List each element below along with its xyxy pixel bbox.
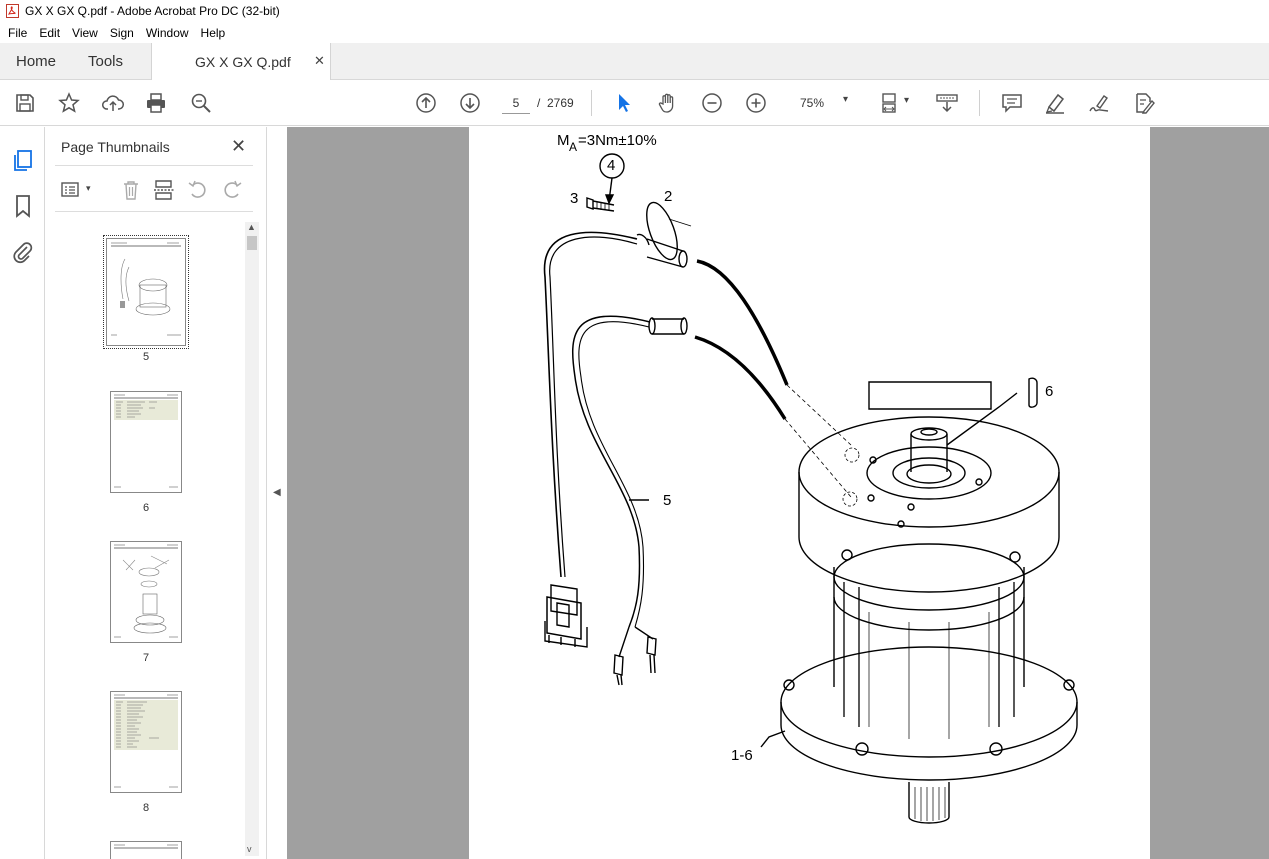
collapse-arrow-icon[interactable]: ◀ xyxy=(273,487,281,498)
toolbar-divider xyxy=(979,90,980,116)
zoom-search-icon[interactable] xyxy=(189,91,213,115)
zoom-in-icon[interactable] xyxy=(744,91,768,115)
tab-document-label: GX X GX Q.pdf xyxy=(195,54,291,70)
callout-1-6: 1-6 xyxy=(731,747,753,764)
menu-sign[interactable]: Sign xyxy=(104,26,140,40)
menu-view[interactable]: View xyxy=(66,26,104,40)
scroll-thumb[interactable] xyxy=(247,236,257,250)
thumbnail-scrollbar[interactable]: ▲ v xyxy=(245,222,259,856)
thumbnails-panel: Page Thumbnails ✕ ▾ ▲ v 5 6 7 8 xyxy=(45,127,267,859)
thumbnail-preview xyxy=(114,394,178,488)
menu-edit[interactable]: Edit xyxy=(33,26,66,40)
scroll-mode-icon[interactable] xyxy=(935,91,959,115)
acrobat-icon xyxy=(6,4,19,18)
thumbnail-page-number: 8 xyxy=(142,802,150,814)
torque-spec-m: M xyxy=(557,132,570,149)
zoom-value: 75% xyxy=(800,96,825,110)
divider xyxy=(55,165,253,166)
menu-help[interactable]: Help xyxy=(195,26,232,40)
exploded-parts-drawing xyxy=(543,153,1078,824)
callout-5: 5 xyxy=(663,492,672,509)
save-icon[interactable] xyxy=(13,91,37,115)
page-fit-dropdown-arrow[interactable]: ▾ xyxy=(904,95,909,106)
callout-3: 3 xyxy=(570,190,579,207)
tab-tools[interactable]: Tools xyxy=(88,53,123,70)
sign-icon[interactable] xyxy=(1087,91,1111,115)
page-total: 2769 xyxy=(547,96,574,110)
page-down-icon[interactable] xyxy=(458,91,482,115)
chevron-down-icon: ▾ xyxy=(843,94,849,105)
thumbnail-preview xyxy=(114,694,178,788)
insert-pages-icon[interactable] xyxy=(153,179,175,201)
delete-icon[interactable] xyxy=(120,179,142,201)
page-thumbnail[interactable] xyxy=(110,391,182,493)
edit-pdf-icon[interactable] xyxy=(1132,91,1156,115)
thumbnail-preview xyxy=(111,242,181,336)
highlight-icon[interactable] xyxy=(1043,91,1067,115)
tab-bar: Home Tools GX X GX Q.pdf ✕ xyxy=(0,43,1269,80)
attachments-icon[interactable] xyxy=(11,240,35,264)
tab-document[interactable]: GX X GX Q.pdf ✕ xyxy=(151,43,331,80)
navigation-rail xyxy=(0,127,45,859)
rotate-ccw-icon[interactable] xyxy=(187,179,209,201)
callout-4: 4 xyxy=(607,157,616,174)
callout-2: 2 xyxy=(664,188,673,205)
window-title: GX X GX Q.pdf - Adobe Acrobat Pro DC (32… xyxy=(25,4,280,18)
document-viewport[interactable]: M A =3Nm±10% 4 3 2 6 5 1-6 xyxy=(287,127,1269,859)
thumbnail-preview xyxy=(114,544,178,638)
page-up-icon[interactable] xyxy=(414,91,438,115)
close-tab-icon[interactable]: ✕ xyxy=(314,53,325,69)
options-dropdown-arrow[interactable]: ▾ xyxy=(86,183,91,194)
thumbnail-options-icon[interactable] xyxy=(61,179,83,201)
torque-spec-value: =3Nm±10% xyxy=(578,132,657,149)
print-icon[interactable] xyxy=(144,91,168,115)
panel-title: Page Thumbnails xyxy=(61,139,170,155)
thumbnail-preview xyxy=(114,844,178,849)
scroll-up-icon[interactable]: ▲ xyxy=(247,222,256,232)
tab-home[interactable]: Home xyxy=(16,53,56,70)
comment-icon[interactable] xyxy=(1000,91,1024,115)
thumbnail-page-number: 7 xyxy=(142,652,150,664)
page-number-input[interactable] xyxy=(502,92,530,114)
hand-icon[interactable] xyxy=(656,91,680,115)
title-bar: GX X GX Q.pdf - Adobe Acrobat Pro DC (32… xyxy=(0,0,1269,22)
pdf-page: M A =3Nm±10% 4 3 2 6 5 1-6 xyxy=(469,127,1150,859)
divider xyxy=(55,211,253,212)
upload-icon[interactable] xyxy=(101,91,125,115)
page-thumbnail[interactable] xyxy=(103,235,189,349)
zoom-out-icon[interactable] xyxy=(700,91,724,115)
bookmarks-icon[interactable] xyxy=(11,194,35,218)
thumbnail-page-number: 5 xyxy=(142,351,150,363)
menu-window[interactable]: Window xyxy=(140,26,195,40)
bookmark-star-icon[interactable] xyxy=(57,91,81,115)
scroll-down-icon[interactable]: v xyxy=(247,844,252,854)
thumbnail-page-number: 6 xyxy=(142,502,150,514)
page-thumbnail[interactable] xyxy=(110,541,182,643)
page-separator: / xyxy=(537,96,541,110)
close-panel-icon[interactable]: ✕ xyxy=(231,136,246,157)
toolbar-divider xyxy=(591,90,592,116)
main-toolbar: ▾ xyxy=(0,80,1269,126)
rotate-cw-icon[interactable] xyxy=(221,179,243,201)
callout-6: 6 xyxy=(1045,383,1054,400)
page-thumbnails-icon[interactable] xyxy=(11,148,35,172)
page-fit-icon[interactable] xyxy=(879,91,903,115)
select-arrow-icon[interactable] xyxy=(612,91,636,115)
torque-spec-sub: A xyxy=(569,140,578,154)
panel-collapse-handle[interactable]: ◀ xyxy=(267,127,287,859)
menu-file[interactable]: File xyxy=(2,26,33,40)
page-thumbnail[interactable] xyxy=(110,691,182,793)
page-thumbnail[interactable] xyxy=(110,841,182,859)
menu-bar: File Edit View Sign Window Help xyxy=(0,22,1269,43)
zoom-select[interactable]: 75% ▾ xyxy=(791,91,857,114)
